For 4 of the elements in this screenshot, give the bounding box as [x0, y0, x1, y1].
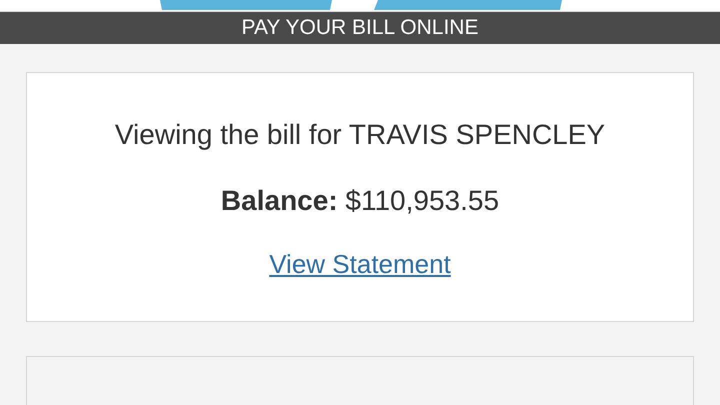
view-statement-link[interactable]: View Statement — [269, 250, 451, 276]
banner: PAY YOUR BILL ONLINE — [0, 12, 720, 44]
balance-text: Balance: $110,953.55 — [220, 186, 500, 214]
bill-heading: Viewing the bill for TRAVIS SPENCLEY — [114, 120, 606, 148]
